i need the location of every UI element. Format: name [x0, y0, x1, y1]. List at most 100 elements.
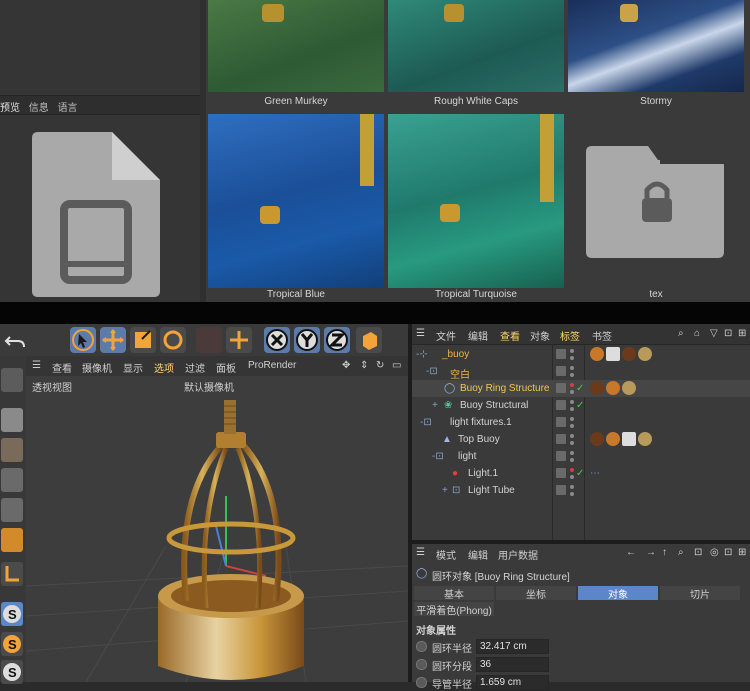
3d-viewport[interactable]: 透视视图 默认摄像机: [26, 376, 408, 682]
menu-display[interactable]: 显示: [123, 360, 143, 375]
thumbnail-rough-white-caps[interactable]: [388, 0, 564, 92]
tab-preview[interactable]: 预览: [0, 96, 26, 114]
add-panel-icon[interactable]: ⊞: [738, 328, 746, 339]
select-tool-button[interactable]: [70, 327, 96, 353]
snap-settings-button[interactable]: S: [1, 632, 23, 656]
enabled-check-icon[interactable]: ✓: [576, 468, 584, 479]
viewport-menu-icon[interactable]: ☰: [32, 360, 41, 371]
lock-icon[interactable]: ⊡: [694, 547, 702, 558]
material-tag-icon[interactable]: [638, 347, 652, 361]
pan-view-icon[interactable]: ✥: [342, 360, 350, 371]
am-menu-edit[interactable]: 编辑: [468, 547, 488, 562]
material-tag-icon[interactable]: [590, 432, 604, 446]
animate-radio[interactable]: [416, 641, 427, 652]
object-row[interactable]: + ⊡ Light Tube: [412, 482, 750, 499]
enabled-check-icon[interactable]: ✓: [576, 400, 584, 411]
search-icon[interactable]: ⌕: [678, 328, 684, 339]
enabled-check-icon[interactable]: ✓: [576, 383, 584, 394]
pipe-radius-field[interactable]: 1.659 cm: [476, 675, 549, 690]
lock-icon[interactable]: ⊡: [724, 328, 732, 339]
home-icon[interactable]: ⌂: [694, 328, 700, 339]
texture-mode-button[interactable]: [1, 438, 23, 462]
menu-view[interactable]: 查看: [52, 360, 72, 375]
checker-tag-icon[interactable]: [606, 347, 620, 361]
menu-filter[interactable]: 过滤: [185, 360, 205, 375]
object-row[interactable]: -⊡ 空白: [412, 363, 750, 381]
point-mode-button[interactable]: [1, 468, 23, 492]
om-menu-icon[interactable]: ☰: [416, 328, 425, 339]
add-object-button[interactable]: [226, 327, 252, 353]
settings-icon[interactable]: ◎: [710, 547, 719, 558]
locked-folder-icon[interactable]: [586, 146, 724, 258]
material-tag-icon[interactable]: [606, 381, 620, 395]
object-row[interactable]: ▲ Top Buoy: [412, 431, 750, 448]
x-axis-lock-button[interactable]: [264, 327, 290, 353]
move-tool-button[interactable]: [100, 327, 126, 353]
object-row-selected[interactable]: ◯ Buoy Ring Structure ✓: [412, 380, 750, 397]
rotate-view-icon[interactable]: ↻: [376, 360, 384, 371]
om-menu-view[interactable]: 查看: [500, 328, 520, 343]
material-tag-icon[interactable]: [638, 432, 652, 446]
visibility-checkbox[interactable]: [556, 451, 566, 461]
redo-button[interactable]: [30, 327, 56, 353]
expand-icon[interactable]: +: [442, 485, 448, 496]
material-tag-icon[interactable]: [590, 347, 604, 361]
scale-tool-button[interactable]: [130, 327, 156, 353]
animate-radio[interactable]: [416, 677, 427, 688]
thumbnail-stormy[interactable]: [568, 0, 744, 92]
object-row[interactable]: -⊹ _buoy: [412, 346, 750, 363]
thumbnail-green-murkey[interactable]: [208, 0, 384, 92]
back-arrow-icon[interactable]: ←: [626, 547, 636, 558]
tab-coordinates[interactable]: 坐标: [496, 586, 576, 601]
am-menu-mode[interactable]: 模式: [436, 547, 456, 562]
tab-object[interactable]: 对象: [578, 586, 658, 601]
up-arrow-icon[interactable]: ↑: [662, 547, 667, 558]
visibility-checkbox[interactable]: [556, 383, 566, 393]
visibility-checkbox[interactable]: [556, 434, 566, 444]
tab-language[interactable]: 语言: [58, 96, 84, 114]
om-menu-edit[interactable]: 编辑: [468, 328, 488, 343]
visibility-checkbox[interactable]: [556, 468, 566, 478]
animate-radio[interactable]: [416, 659, 427, 670]
menu-panel[interactable]: 面板: [216, 360, 236, 375]
filter-icon[interactable]: ▽: [710, 328, 718, 339]
material-tag-icon[interactable]: [622, 347, 636, 361]
undo-button[interactable]: [2, 327, 28, 353]
visibility-checkbox[interactable]: [556, 349, 566, 359]
model-mode-button[interactable]: [1, 408, 23, 432]
material-tag-icon[interactable]: [622, 381, 636, 395]
z-axis-lock-button[interactable]: [324, 327, 350, 353]
material-tag-icon[interactable]: [606, 432, 620, 446]
object-row[interactable]: ● Light.1 ✓ ⋯: [412, 465, 750, 482]
tab-slice[interactable]: 切片: [660, 586, 740, 601]
maximize-view-icon[interactable]: ▭: [392, 360, 401, 371]
am-menu-icon[interactable]: ☰: [416, 547, 425, 558]
tab-basic[interactable]: 基本: [414, 586, 494, 601]
tab-phong[interactable]: 平滑着色(Phong): [414, 602, 494, 617]
om-menu-object[interactable]: 对象: [530, 328, 550, 343]
coordinate-system-button[interactable]: [356, 327, 382, 353]
object-row[interactable]: -⊡ light fixtures.1: [412, 414, 750, 431]
y-axis-lock-button[interactable]: [294, 327, 320, 353]
object-row[interactable]: -⊡ light: [412, 448, 750, 465]
menu-prorender[interactable]: ProRender: [248, 360, 296, 371]
menu-options[interactable]: 选项: [154, 360, 174, 375]
rotate-tool-button[interactable]: [160, 327, 186, 353]
edge-mode-button[interactable]: [1, 498, 23, 522]
psr-button[interactable]: [196, 327, 222, 353]
add-panel-icon[interactable]: ⊞: [738, 547, 746, 558]
camera-label[interactable]: 默认摄像机: [184, 379, 234, 394]
visibility-checkbox[interactable]: [556, 400, 566, 410]
move-view-icon[interactable]: ⇕: [360, 360, 368, 371]
ring-segments-field[interactable]: 36: [476, 657, 549, 672]
search-icon[interactable]: ⌕: [678, 547, 684, 558]
snap-toggle-button[interactable]: S: [1, 602, 23, 626]
om-menu-bookmarks[interactable]: 书签: [592, 328, 612, 343]
object-row[interactable]: + ❀ Buoy Structural ✓: [412, 397, 750, 414]
om-menu-tags[interactable]: 标签: [560, 328, 580, 343]
thumbnail-tropical-blue[interactable]: [208, 114, 384, 288]
visibility-checkbox[interactable]: [556, 417, 566, 427]
tab-info[interactable]: 信息: [29, 96, 55, 114]
snap-mode-button[interactable]: S: [1, 660, 23, 684]
light-tag-icon[interactable]: ⋯: [590, 468, 600, 479]
